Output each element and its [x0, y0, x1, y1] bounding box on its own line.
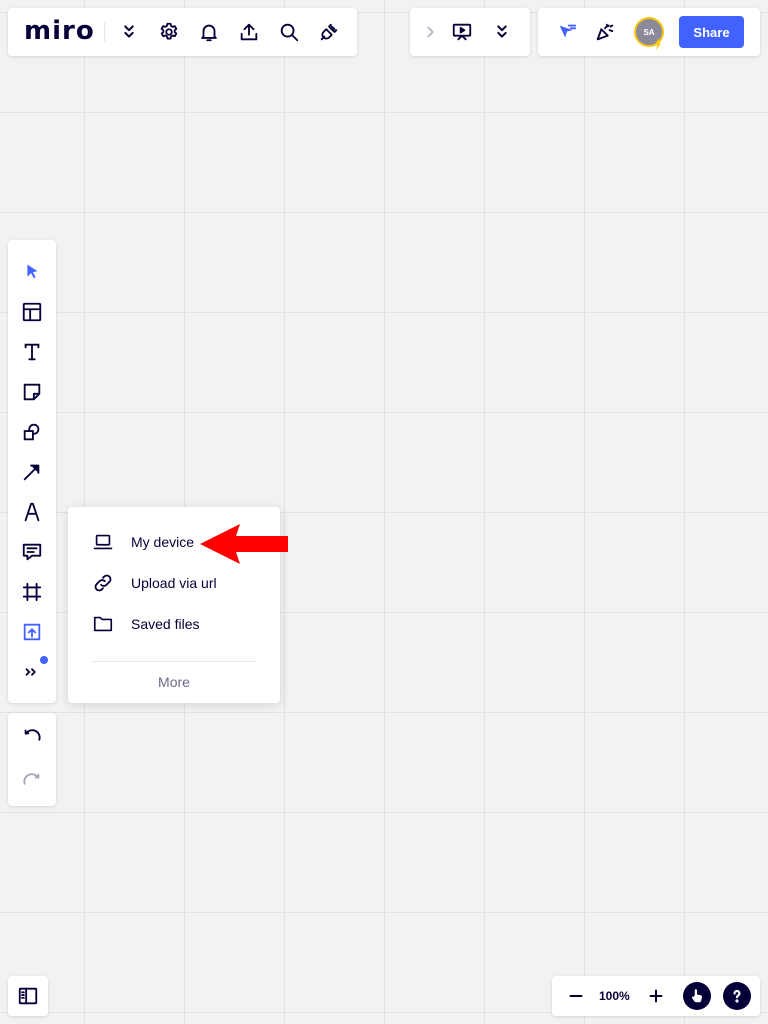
menu-item-label: Saved files [131, 616, 200, 632]
toolbar-divider [104, 22, 105, 42]
menu-divider [92, 661, 256, 662]
menu-item-upload-via-url[interactable]: Upload via url [92, 568, 262, 598]
plug-icon[interactable] [315, 18, 343, 46]
frame-icon[interactable] [18, 578, 46, 606]
zoom-level[interactable]: 100% [599, 989, 630, 1003]
arrow-line-icon[interactable] [18, 458, 46, 486]
menu-item-saved-files[interactable]: Saved files [92, 609, 262, 639]
help-icon[interactable] [723, 982, 751, 1010]
folder-icon [93, 616, 113, 632]
zoom-in-icon[interactable] [642, 982, 670, 1010]
gear-icon[interactable] [155, 18, 183, 46]
menu-item-label: My device [131, 534, 195, 550]
top-right-toolbar: SA Share [538, 8, 760, 56]
more-button[interactable]: More [68, 674, 280, 690]
notification-dot [40, 656, 48, 664]
lightning-badge-icon [654, 38, 661, 50]
shapes-icon[interactable] [18, 418, 46, 446]
comment-icon[interactable] [18, 538, 46, 566]
celebration-icon[interactable] [591, 18, 619, 46]
upload-icon[interactable] [235, 18, 263, 46]
chevron-double-down-icon[interactable] [115, 18, 143, 46]
top-center-toolbar [410, 8, 530, 56]
pen-icon[interactable] [18, 498, 46, 526]
share-button[interactable]: Share [679, 16, 744, 48]
board-panel-icon [18, 987, 38, 1005]
undo-icon[interactable] [18, 723, 46, 751]
chevron-double-down-icon[interactable] [488, 18, 516, 46]
chevron-right-icon[interactable] [416, 18, 444, 46]
select-icon[interactable] [18, 258, 46, 286]
bell-icon[interactable] [195, 18, 223, 46]
annotation-arrow [200, 524, 288, 564]
laptop-icon [93, 534, 113, 550]
history-toolbar [8, 713, 56, 806]
search-icon[interactable] [275, 18, 303, 46]
board-panel-button[interactable] [8, 976, 48, 1016]
zoom-controls: 100% [552, 976, 760, 1016]
zoom-out-icon[interactable] [562, 982, 590, 1010]
text-icon[interactable] [18, 338, 46, 366]
cursor-follow-icon[interactable] [553, 18, 581, 46]
redo-icon[interactable] [18, 767, 46, 795]
menu-item-label: Upload via url [131, 575, 217, 591]
presentation-icon[interactable] [448, 18, 476, 46]
miro-logo[interactable]: miro [24, 16, 95, 46]
link-icon [94, 574, 112, 592]
top-left-toolbar: miro [8, 8, 357, 56]
templates-icon[interactable] [18, 298, 46, 326]
left-toolbar [8, 240, 56, 703]
upload-tool-icon[interactable] [18, 618, 46, 646]
sticky-note-icon[interactable] [18, 378, 46, 406]
hand-pointer-icon[interactable] [683, 982, 711, 1010]
